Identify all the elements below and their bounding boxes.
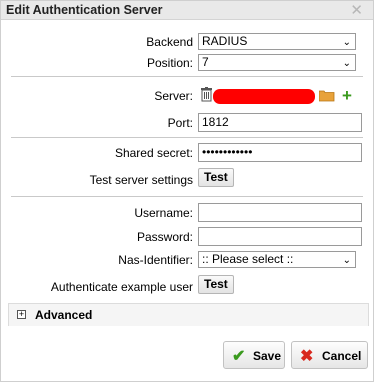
add-icon[interactable]: + xyxy=(342,86,352,106)
expand-icon: + xyxy=(17,309,26,319)
position-row: Position: 7 ⌄ xyxy=(1,53,373,73)
dialog-title: Edit Authentication Server xyxy=(6,3,163,17)
shared-secret-input[interactable]: •••••••••••• xyxy=(198,143,362,162)
close-icon[interactable]: ✕ xyxy=(350,1,363,19)
chevron-down-icon: ⌄ xyxy=(342,58,351,69)
password-input[interactable] xyxy=(198,227,362,246)
nas-identifier-value: :: Please select :: xyxy=(202,252,294,266)
shared-secret-row: Shared secret: •••••••••••• xyxy=(1,143,373,163)
test-server-label: Test server settings xyxy=(89,173,193,187)
cancel-x-icon: ✖ xyxy=(300,348,314,365)
auth-example-test-button[interactable]: Test xyxy=(198,275,234,294)
nas-identifier-row: Nas-Identifier: :: Please select :: ⌄ xyxy=(1,250,373,270)
divider xyxy=(11,196,363,197)
password-label: Password: xyxy=(136,230,193,244)
checkmark-icon: ✔ xyxy=(232,348,246,365)
chevron-down-icon: ⌄ xyxy=(342,37,351,48)
auth-example-row: Authenticate example user Test xyxy=(1,275,373,295)
username-row: Username: xyxy=(1,203,373,223)
port-input[interactable]: 1812 xyxy=(198,113,362,132)
backend-label: Backend xyxy=(146,35,193,49)
redacted-server-value xyxy=(213,89,315,104)
server-label: Server: xyxy=(154,89,193,103)
nas-identifier-label: Nas-Identifier: xyxy=(118,253,193,267)
port-label: Port: xyxy=(167,116,193,130)
cancel-label: Cancel xyxy=(322,349,362,363)
backend-row: Backend RADIUS ⌄ xyxy=(1,32,373,52)
advanced-label: Advanced xyxy=(35,308,93,322)
folder-icon[interactable] xyxy=(318,89,335,105)
save-button[interactable]: ✔ Save xyxy=(223,341,285,369)
server-row: Server: + xyxy=(1,86,373,106)
divider xyxy=(11,137,363,138)
dialog-titlebar: Edit Authentication Server ✕ xyxy=(1,1,373,20)
chevron-down-icon: ⌄ xyxy=(342,255,351,266)
test-server-button[interactable]: Test xyxy=(198,168,234,187)
position-value: 7 xyxy=(202,55,209,69)
trash-icon[interactable] xyxy=(201,87,212,105)
port-row: Port: 1812 xyxy=(1,113,373,133)
nas-identifier-select[interactable]: :: Please select :: ⌄ xyxy=(198,251,356,268)
test-server-row: Test server settings Test xyxy=(1,168,373,188)
username-input[interactable] xyxy=(198,203,362,222)
auth-example-label: Authenticate example user xyxy=(50,280,193,294)
password-row: Password: xyxy=(1,227,373,247)
advanced-section-header[interactable]: + Advanced xyxy=(8,303,369,326)
username-label: Username: xyxy=(134,206,193,220)
save-label: Save xyxy=(253,349,282,363)
shared-secret-label: Shared secret: xyxy=(114,146,193,160)
edit-auth-server-dialog: Edit Authentication Server ✕ Backend RAD… xyxy=(0,0,374,382)
position-select[interactable]: 7 ⌄ xyxy=(198,54,356,71)
backend-select[interactable]: RADIUS ⌄ xyxy=(198,33,356,50)
position-label: Position: xyxy=(146,56,193,70)
divider xyxy=(11,76,363,77)
cancel-button[interactable]: ✖ Cancel xyxy=(291,341,368,369)
backend-value: RADIUS xyxy=(202,34,248,48)
